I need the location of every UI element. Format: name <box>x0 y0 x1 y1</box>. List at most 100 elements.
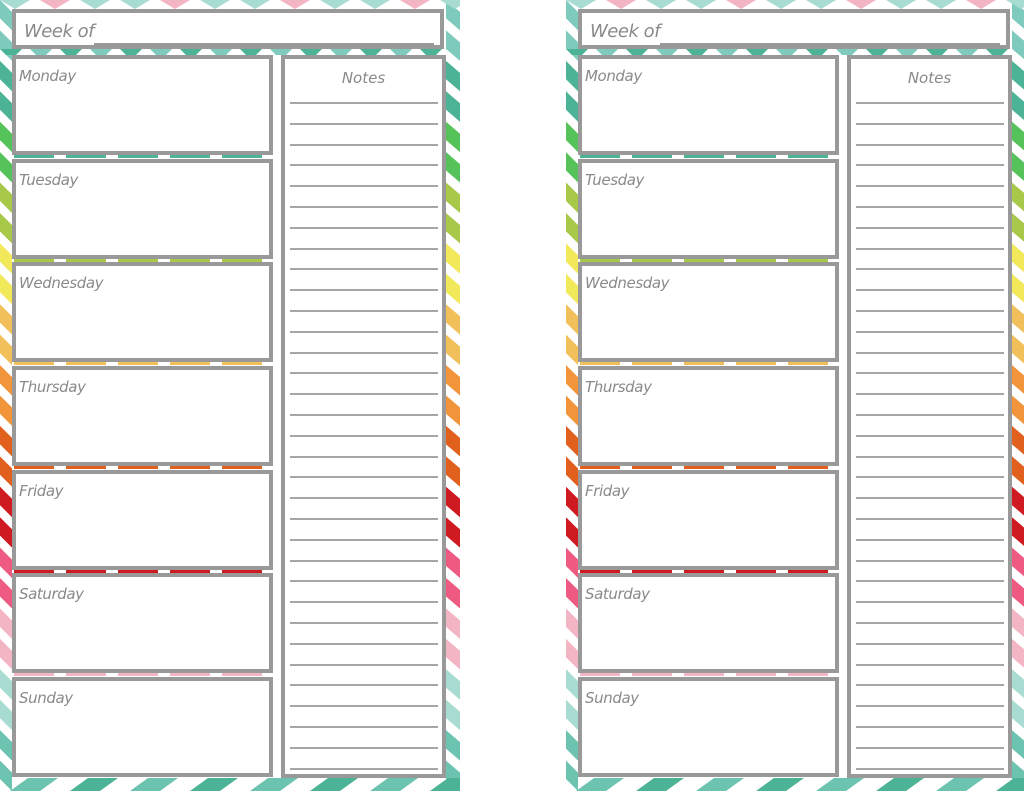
day-box-thursday[interactable]: Thursday <box>12 366 273 466</box>
note-line[interactable] <box>856 164 1004 167</box>
note-line[interactable] <box>856 476 1004 479</box>
note-line[interactable] <box>856 705 1004 708</box>
week-of-field[interactable]: Week of <box>12 9 444 49</box>
note-line[interactable] <box>290 206 438 208</box>
note-line[interactable] <box>290 414 438 416</box>
note-line[interactable] <box>290 143 438 146</box>
note-line[interactable] <box>290 185 438 188</box>
note-line[interactable] <box>290 518 438 520</box>
note-line[interactable] <box>290 310 438 312</box>
note-line[interactable] <box>290 226 438 229</box>
note-line[interactable] <box>856 310 1004 312</box>
note-line[interactable] <box>290 247 438 250</box>
note-line[interactable] <box>290 642 438 645</box>
day-box-tuesday[interactable]: Tuesday <box>578 159 839 259</box>
note-line[interactable] <box>290 102 438 104</box>
note-line[interactable] <box>856 663 1004 666</box>
note-line[interactable] <box>856 538 1004 541</box>
note-line[interactable] <box>856 185 1004 188</box>
note-line[interactable] <box>856 642 1004 645</box>
note-line[interactable] <box>290 622 438 624</box>
day-box-sunday[interactable]: Sunday <box>12 677 273 777</box>
top-chevron <box>926 0 956 9</box>
note-line[interactable] <box>856 518 1004 520</box>
side-stripe <box>1012 730 1024 759</box>
note-line[interactable] <box>290 289 438 292</box>
note-line[interactable] <box>290 268 438 271</box>
note-line[interactable] <box>290 351 438 354</box>
note-line[interactable] <box>290 434 438 437</box>
day-box-friday[interactable]: Friday <box>12 470 273 570</box>
note-line[interactable] <box>856 330 1004 333</box>
day-box-monday[interactable]: Monday <box>12 55 273 155</box>
note-line[interactable] <box>856 102 1004 104</box>
day-box-tuesday[interactable]: Tuesday <box>12 159 273 259</box>
day-label: Friday <box>585 482 630 500</box>
note-line[interactable] <box>856 622 1004 624</box>
note-line[interactable] <box>856 726 1004 728</box>
note-line[interactable] <box>856 434 1004 437</box>
note-line[interactable] <box>856 143 1004 146</box>
note-line[interactable] <box>290 476 438 479</box>
notes-panel[interactable]: Notes <box>847 55 1012 778</box>
note-line[interactable] <box>856 372 1004 375</box>
week-of-field[interactable]: Week of <box>578 9 1010 49</box>
note-line[interactable] <box>856 226 1004 229</box>
note-line[interactable] <box>856 580 1004 583</box>
notes-panel[interactable]: Notes <box>281 55 446 778</box>
note-line[interactable] <box>290 601 438 604</box>
notes-title: Notes <box>341 69 386 87</box>
note-line[interactable] <box>290 330 438 333</box>
day-box-friday[interactable]: Friday <box>578 470 839 570</box>
day-box-sunday[interactable]: Sunday <box>578 677 839 777</box>
note-line[interactable] <box>290 122 438 125</box>
note-line[interactable] <box>856 289 1004 292</box>
note-line[interactable] <box>856 767 1004 770</box>
note-line[interactable] <box>290 767 438 770</box>
day-label: Sunday <box>585 689 639 707</box>
planner-page-right: Week of Monday Tuesday Wednesday Thursday Fr… <box>566 0 1024 791</box>
note-line[interactable] <box>856 414 1004 416</box>
bottom-chevron <box>310 778 358 791</box>
day-box-thursday[interactable]: Thursday <box>578 366 839 466</box>
note-line[interactable] <box>290 164 438 167</box>
day-divider <box>14 362 272 365</box>
day-box-monday[interactable]: Monday <box>578 55 839 155</box>
note-line[interactable] <box>290 726 438 728</box>
top-chevron <box>280 0 310 9</box>
note-line[interactable] <box>856 393 1004 396</box>
note-line[interactable] <box>290 538 438 541</box>
top-chevron <box>726 0 756 9</box>
day-box-wednesday[interactable]: Wednesday <box>12 262 273 362</box>
note-line[interactable] <box>290 580 438 583</box>
day-box-saturday[interactable]: Saturday <box>12 573 273 673</box>
note-line[interactable] <box>856 746 1004 749</box>
note-line[interactable] <box>290 705 438 708</box>
day-box-saturday[interactable]: Saturday <box>578 573 839 673</box>
side-stripe <box>0 121 12 153</box>
bottom-chevron <box>370 778 418 791</box>
note-line[interactable] <box>856 559 1004 562</box>
side-stripe <box>446 395 460 426</box>
note-line[interactable] <box>856 206 1004 208</box>
note-line[interactable] <box>856 684 1004 687</box>
note-line[interactable] <box>856 122 1004 125</box>
note-line[interactable] <box>856 351 1004 354</box>
note-line[interactable] <box>290 663 438 666</box>
note-line[interactable] <box>290 497 438 500</box>
note-line[interactable] <box>856 601 1004 604</box>
note-line[interactable] <box>290 684 438 687</box>
note-line[interactable] <box>856 268 1004 271</box>
day-box-wednesday[interactable]: Wednesday <box>578 262 839 362</box>
note-line[interactable] <box>856 455 1004 458</box>
note-line[interactable] <box>290 455 438 458</box>
notes-title: Notes <box>907 69 952 87</box>
note-line[interactable] <box>856 497 1004 500</box>
note-line[interactable] <box>290 372 438 375</box>
note-line[interactable] <box>290 559 438 562</box>
note-line[interactable] <box>856 247 1004 250</box>
note-line[interactable] <box>290 746 438 749</box>
note-line[interactable] <box>290 393 438 396</box>
side-stripe <box>446 304 460 335</box>
side-stripe <box>0 760 12 791</box>
